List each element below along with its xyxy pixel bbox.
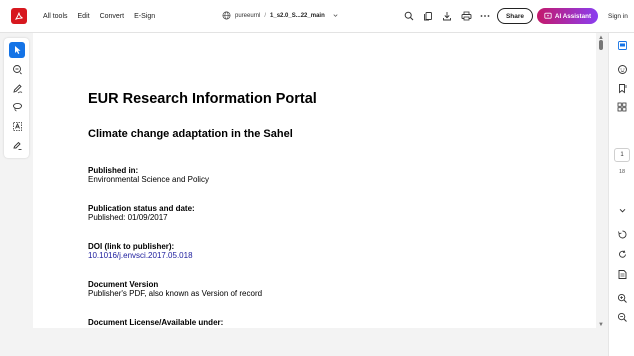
viewer-background [33, 328, 608, 356]
download-icon[interactable] [440, 9, 454, 23]
field-label-document-license: Document License/Available under: [88, 318, 224, 327]
lasso-icon[interactable] [9, 99, 25, 115]
pdf-viewer-app: All tools Edit Convert E-Sign pureeurnl … [0, 0, 634, 356]
sign-in-link[interactable]: Sign in [608, 13, 628, 20]
field-value-document-version: Publisher's PDF, also known as Version o… [88, 289, 263, 298]
total-pages: 18 [618, 169, 626, 175]
zoom-comment-icon[interactable] [9, 61, 25, 77]
text-box-icon[interactable] [9, 118, 25, 134]
path-separator: / [264, 12, 267, 19]
paper-title: Climate change adaptation in the Sahel [88, 128, 293, 140]
left-tool-rail [0, 33, 33, 356]
scroll-down-arrow-icon[interactable]: ▼ [597, 322, 605, 328]
ai-assistant-button[interactable]: AI Assistant [537, 8, 598, 24]
bookmark-icon[interactable] [615, 81, 629, 95]
refresh-icon[interactable] [615, 247, 629, 261]
current-page-input[interactable]: 1 [614, 148, 630, 162]
ai-assistant-label: AI Assistant [554, 12, 592, 20]
zoom-in-icon[interactable] [615, 291, 629, 305]
copy-icon[interactable] [421, 9, 435, 23]
field-value-published-in: Environmental Science and Policy [88, 175, 209, 184]
pdf-page: EUR Research Information Portal Climate … [33, 33, 596, 328]
print-icon[interactable] [459, 9, 473, 23]
field-label-doi: DOI (link to publisher): [88, 242, 175, 251]
zoom-out-icon[interactable] [615, 310, 629, 324]
menu-edit[interactable]: Edit [78, 13, 90, 20]
chevron-down-icon[interactable] [615, 203, 629, 217]
save-page-icon[interactable] [615, 267, 629, 281]
portal-title: EUR Research Information Portal [88, 91, 317, 107]
menu-all-tools[interactable]: All tools [43, 13, 68, 20]
doi-link[interactable]: 10.1016/j.envsci.2017.05.018 [88, 251, 193, 260]
right-tool-rail: 1 18 [608, 33, 634, 356]
field-label-publication-status: Publication status and date: [88, 204, 195, 213]
vertical-scrollbar[interactable]: ▲ ▼ [596, 33, 608, 328]
field-value-publication-status: Published: 01/09/2017 [88, 213, 168, 222]
field-label-published-in: Published in: [88, 166, 139, 175]
grid-icon[interactable] [615, 100, 629, 114]
comment-icon[interactable] [615, 62, 629, 76]
more-icon[interactable] [478, 9, 492, 23]
globe-icon [222, 11, 231, 20]
menu-e-sign[interactable]: E-Sign [134, 13, 155, 20]
ai-sparkle-icon [544, 12, 552, 19]
menu-convert[interactable]: Convert [100, 13, 125, 20]
search-icon[interactable] [402, 9, 416, 23]
toolbar-icon-group [402, 9, 497, 23]
field-label-document-version: Document Version [88, 280, 159, 289]
scroll-thumb[interactable] [599, 40, 603, 50]
acrobat-logo-icon[interactable] [11, 8, 27, 24]
signature-icon[interactable] [9, 137, 25, 153]
rotate-icon[interactable] [615, 227, 629, 241]
file-name: 1_s2.0_S...22_main [270, 12, 325, 19]
file-location: pureeurnl [235, 12, 261, 19]
pencil-icon[interactable] [9, 80, 25, 96]
file-name-selector[interactable]: pureeurnl / 1_s2.0_S...22_main [222, 11, 339, 20]
select-cursor-icon[interactable] [9, 42, 25, 58]
share-button[interactable]: Share [497, 8, 533, 24]
page-thumbnails-icon[interactable] [615, 38, 629, 52]
chevron-down-icon [333, 14, 338, 17]
quick-tools-panel [4, 38, 29, 158]
